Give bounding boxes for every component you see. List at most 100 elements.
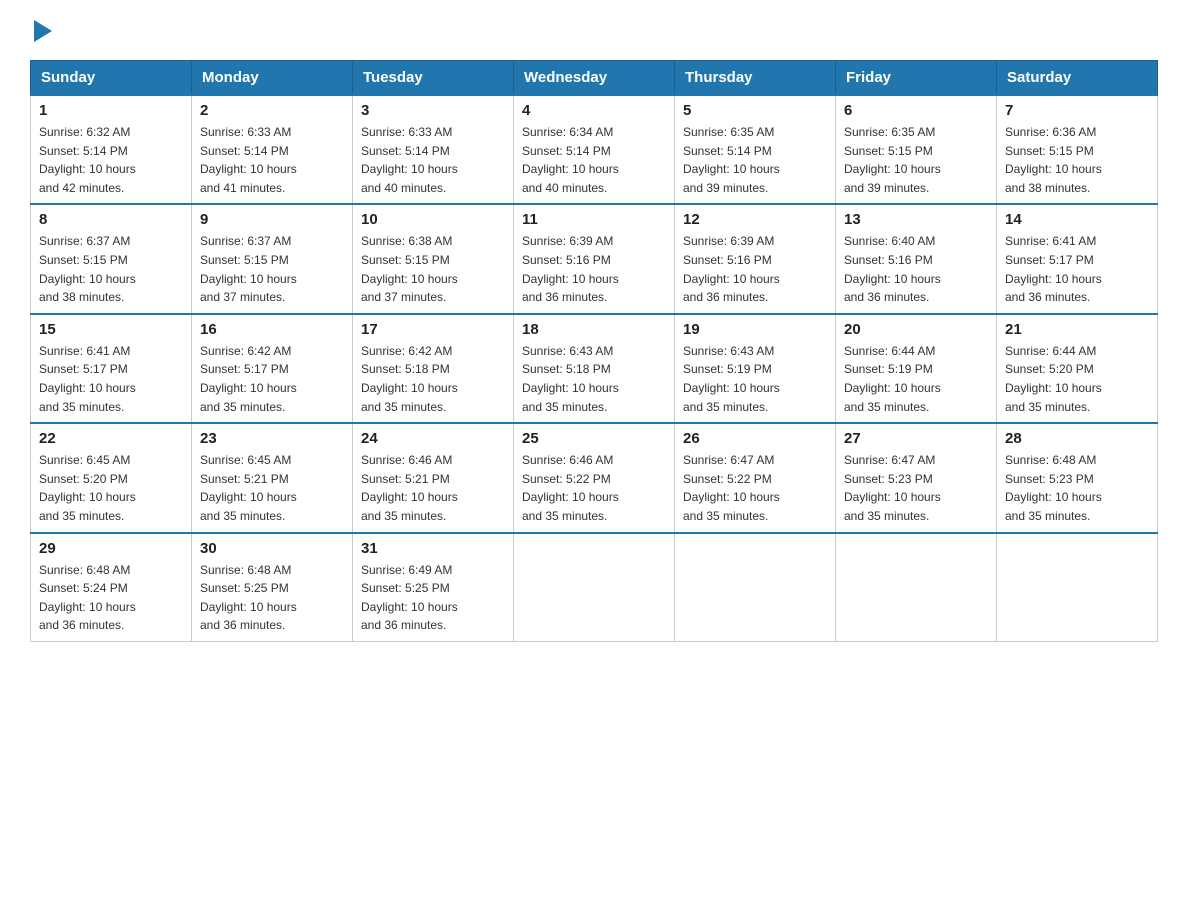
table-row: 22 Sunrise: 6:45 AMSunset: 5:20 PMDayligh… [31, 423, 192, 532]
day-number: 26 [683, 430, 827, 447]
day-number: 12 [683, 211, 827, 228]
day-detail: Sunrise: 6:47 AMSunset: 5:22 PMDaylight:… [683, 451, 827, 525]
day-number: 28 [1005, 430, 1149, 447]
day-detail: Sunrise: 6:33 AMSunset: 5:14 PMDaylight:… [361, 123, 505, 197]
table-row: 19 Sunrise: 6:43 AMSunset: 5:19 PMDayligh… [675, 314, 836, 423]
table-row: 23Sunrise: 6:45 AMSunset: 5:21 PMDayligh… [192, 423, 353, 532]
day-detail: Sunrise: 6:42 AMSunset: 5:18 PMDaylight:… [361, 342, 505, 416]
table-row: 27 Sunrise: 6:47 AMSunset: 5:23 PMDayligh… [836, 423, 997, 532]
day-detail: Sunrise: 6:48 AMSunset: 5:24 PMDaylight:… [39, 561, 183, 635]
day-number: 16 [200, 321, 344, 338]
col-monday: Monday [192, 61, 353, 96]
day-detail: Sunrise: 6:49 AMSunset: 5:25 PMDaylight:… [361, 561, 505, 635]
col-tuesday: Tuesday [353, 61, 514, 96]
day-detail: Sunrise: 6:43 AMSunset: 5:19 PMDaylight:… [683, 342, 827, 416]
table-row: 25Sunrise: 6:46 AMSunset: 5:22 PMDayligh… [514, 423, 675, 532]
day-number: 31 [361, 540, 505, 557]
day-detail: Sunrise: 6:35 AMSunset: 5:14 PMDaylight:… [683, 123, 827, 197]
calendar-week-row: 15 Sunrise: 6:41 AMSunset: 5:17 PMDayligh… [31, 314, 1158, 423]
day-number: 11 [522, 211, 666, 228]
calendar-table: Sunday Monday Tuesday Wednesday Thursday… [30, 60, 1158, 642]
day-detail: Sunrise: 6:41 AMSunset: 5:17 PMDaylight:… [1005, 232, 1149, 306]
day-number: 30 [200, 540, 344, 557]
table-row [514, 533, 675, 642]
day-detail: Sunrise: 6:35 AMSunset: 5:15 PMDaylight:… [844, 123, 988, 197]
col-saturday: Saturday [997, 61, 1158, 96]
table-row: 13 Sunrise: 6:40 AMSunset: 5:16 PMDayligh… [836, 204, 997, 313]
day-number: 20 [844, 321, 988, 338]
calendar-header-row: Sunday Monday Tuesday Wednesday Thursday… [31, 61, 1158, 96]
logo-arrow-icon [34, 20, 52, 42]
table-row: 15 Sunrise: 6:41 AMSunset: 5:17 PMDayligh… [31, 314, 192, 423]
day-number: 1 [39, 102, 183, 119]
table-row: 21 Sunrise: 6:44 AMSunset: 5:20 PMDayligh… [997, 314, 1158, 423]
table-row: 2 Sunrise: 6:33 AMSunset: 5:14 PMDaylight… [192, 95, 353, 204]
table-row: 31 Sunrise: 6:49 AMSunset: 5:25 PMDayligh… [353, 533, 514, 642]
day-detail: Sunrise: 6:43 AMSunset: 5:18 PMDaylight:… [522, 342, 666, 416]
day-detail: Sunrise: 6:44 AMSunset: 5:20 PMDaylight:… [1005, 342, 1149, 416]
day-detail: Sunrise: 6:44 AMSunset: 5:19 PMDaylight:… [844, 342, 988, 416]
table-row: 29 Sunrise: 6:48 AMSunset: 5:24 PMDayligh… [31, 533, 192, 642]
table-row: 28 Sunrise: 6:48 AMSunset: 5:23 PMDayligh… [997, 423, 1158, 532]
table-row: 26 Sunrise: 6:47 AMSunset: 5:22 PMDayligh… [675, 423, 836, 532]
table-row: 9 Sunrise: 6:37 AMSunset: 5:15 PMDaylight… [192, 204, 353, 313]
table-row: 6Sunrise: 6:35 AMSunset: 5:15 PMDaylight… [836, 95, 997, 204]
calendar-week-row: 8Sunrise: 6:37 AMSunset: 5:15 PMDaylight… [31, 204, 1158, 313]
day-detail: Sunrise: 6:41 AMSunset: 5:17 PMDaylight:… [39, 342, 183, 416]
day-number: 23 [200, 430, 344, 447]
table-row: 4Sunrise: 6:34 AMSunset: 5:14 PMDaylight… [514, 95, 675, 204]
table-row: 18Sunrise: 6:43 AMSunset: 5:18 PMDayligh… [514, 314, 675, 423]
day-detail: Sunrise: 6:46 AMSunset: 5:21 PMDaylight:… [361, 451, 505, 525]
day-number: 21 [1005, 321, 1149, 338]
table-row: 30Sunrise: 6:48 AMSunset: 5:25 PMDayligh… [192, 533, 353, 642]
table-row: 5 Sunrise: 6:35 AMSunset: 5:14 PMDaylight… [675, 95, 836, 204]
day-number: 9 [200, 211, 344, 228]
page-header [30, 20, 1158, 42]
day-detail: Sunrise: 6:37 AMSunset: 5:15 PMDaylight:… [200, 232, 344, 306]
table-row: 3 Sunrise: 6:33 AMSunset: 5:14 PMDaylight… [353, 95, 514, 204]
table-row: 8Sunrise: 6:37 AMSunset: 5:15 PMDaylight… [31, 204, 192, 313]
day-detail: Sunrise: 6:46 AMSunset: 5:22 PMDaylight:… [522, 451, 666, 525]
day-number: 19 [683, 321, 827, 338]
day-number: 4 [522, 102, 666, 119]
day-detail: Sunrise: 6:36 AMSunset: 5:15 PMDaylight:… [1005, 123, 1149, 197]
table-row: 17 Sunrise: 6:42 AMSunset: 5:18 PMDayligh… [353, 314, 514, 423]
day-detail: Sunrise: 6:40 AMSunset: 5:16 PMDaylight:… [844, 232, 988, 306]
day-number: 22 [39, 430, 183, 447]
day-number: 24 [361, 430, 505, 447]
day-number: 27 [844, 430, 988, 447]
day-detail: Sunrise: 6:33 AMSunset: 5:14 PMDaylight:… [200, 123, 344, 197]
day-number: 5 [683, 102, 827, 119]
day-number: 14 [1005, 211, 1149, 228]
day-number: 17 [361, 321, 505, 338]
table-row: 12Sunrise: 6:39 AMSunset: 5:16 PMDayligh… [675, 204, 836, 313]
table-row [997, 533, 1158, 642]
day-number: 13 [844, 211, 988, 228]
day-number: 29 [39, 540, 183, 557]
table-row: 16 Sunrise: 6:42 AMSunset: 5:17 PMDayligh… [192, 314, 353, 423]
table-row: 7 Sunrise: 6:36 AMSunset: 5:15 PMDaylight… [997, 95, 1158, 204]
table-row: 20 Sunrise: 6:44 AMSunset: 5:19 PMDayligh… [836, 314, 997, 423]
day-number: 3 [361, 102, 505, 119]
day-detail: Sunrise: 6:32 AMSunset: 5:14 PMDaylight:… [39, 123, 183, 197]
table-row: 24 Sunrise: 6:46 AMSunset: 5:21 PMDayligh… [353, 423, 514, 532]
table-row [836, 533, 997, 642]
calendar-week-row: 22 Sunrise: 6:45 AMSunset: 5:20 PMDayligh… [31, 423, 1158, 532]
col-friday: Friday [836, 61, 997, 96]
day-number: 10 [361, 211, 505, 228]
day-number: 15 [39, 321, 183, 338]
day-detail: Sunrise: 6:48 AMSunset: 5:23 PMDaylight:… [1005, 451, 1149, 525]
table-row: 1 Sunrise: 6:32 AMSunset: 5:14 PMDaylight… [31, 95, 192, 204]
col-thursday: Thursday [675, 61, 836, 96]
day-detail: Sunrise: 6:47 AMSunset: 5:23 PMDaylight:… [844, 451, 988, 525]
calendar-week-row: 1 Sunrise: 6:32 AMSunset: 5:14 PMDaylight… [31, 95, 1158, 204]
col-wednesday: Wednesday [514, 61, 675, 96]
table-row: 10Sunrise: 6:38 AMSunset: 5:15 PMDayligh… [353, 204, 514, 313]
day-detail: Sunrise: 6:45 AMSunset: 5:20 PMDaylight:… [39, 451, 183, 525]
logo [30, 20, 54, 42]
day-detail: Sunrise: 6:42 AMSunset: 5:17 PMDaylight:… [200, 342, 344, 416]
calendar-week-row: 29 Sunrise: 6:48 AMSunset: 5:24 PMDayligh… [31, 533, 1158, 642]
day-number: 2 [200, 102, 344, 119]
day-number: 7 [1005, 102, 1149, 119]
table-row: 14 Sunrise: 6:41 AMSunset: 5:17 PMDayligh… [997, 204, 1158, 313]
